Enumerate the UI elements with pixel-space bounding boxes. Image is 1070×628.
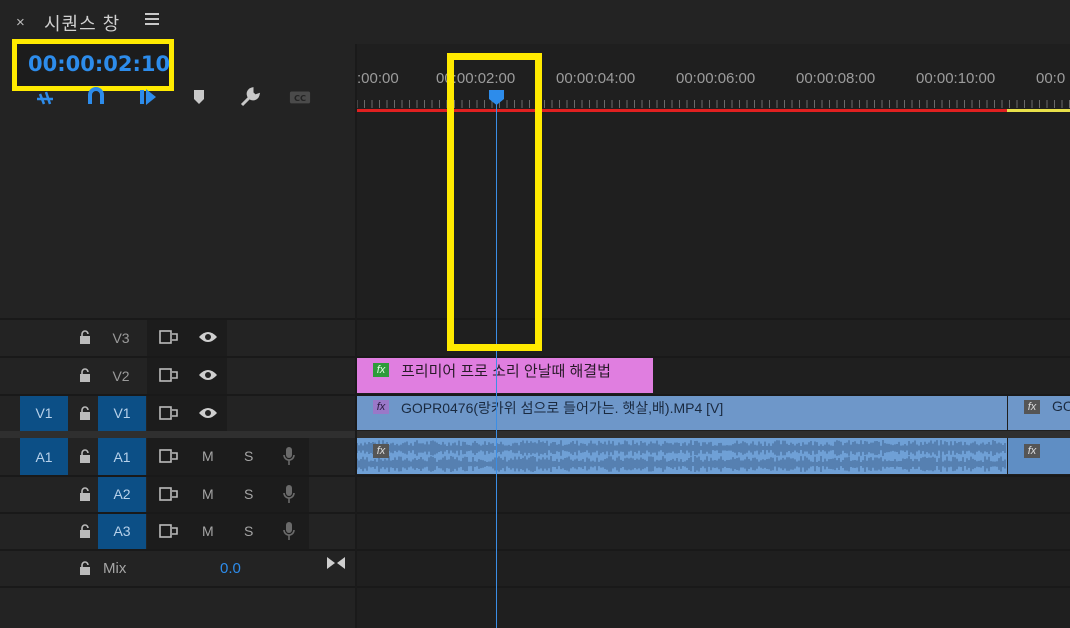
sync-icon[interactable] <box>159 406 179 420</box>
mute-button[interactable]: M <box>202 448 214 464</box>
video-audio-divider[interactable] <box>0 431 1070 438</box>
sync-icon[interactable] <box>159 330 179 344</box>
magnet-icon[interactable] <box>85 86 107 108</box>
lock-icon[interactable] <box>79 330 91 344</box>
track-divider <box>0 356 1070 358</box>
track-header-a2: A2 M S <box>0 476 356 512</box>
svg-text:CC: CC <box>294 93 306 103</box>
eye-icon[interactable] <box>198 331 218 343</box>
header-lane-divider[interactable] <box>355 44 357 628</box>
track-divider <box>0 475 1070 477</box>
captions-icon[interactable]: CC <box>289 86 311 108</box>
lock-icon[interactable] <box>79 561 91 575</box>
lock-icon[interactable] <box>79 487 91 501</box>
track-name[interactable]: A1 <box>98 438 146 475</box>
waveform-path <box>357 440 1006 472</box>
video-clip[interactable]: fx GOPR0476(랑카위 섬으로 들어가는. 햇살,배).MP4 [V] <box>357 395 1007 430</box>
timecode-display[interactable]: 00:00:02:10 <box>12 39 174 91</box>
track-divider <box>0 512 1070 514</box>
ruler-label: 00:0 <box>1036 70 1066 87</box>
lock-icon[interactable] <box>79 368 91 382</box>
video-clip-2[interactable]: fx GO <box>1008 395 1070 430</box>
track-header-v2: V2 <box>0 357 356 394</box>
track-divider <box>0 549 1070 551</box>
track-name[interactable]: A2 <box>98 476 146 512</box>
audio-clip[interactable]: fx <box>357 438 1007 474</box>
track-name[interactable]: A3 <box>98 513 146 549</box>
source-target-a1[interactable]: A1 <box>20 438 68 475</box>
sync-icon[interactable] <box>159 449 179 463</box>
audio-waveform <box>357 440 1006 472</box>
lock-icon[interactable] <box>79 524 91 538</box>
sync-icon[interactable] <box>159 368 179 382</box>
fx-badge: fx <box>1024 400 1040 414</box>
lock-icon[interactable] <box>79 449 91 463</box>
track-lane-mix <box>357 550 1070 587</box>
clip-label: 프리미어 프로 소리 안날때 해결법 <box>401 363 611 380</box>
fx-badge: fx <box>373 363 389 377</box>
solo-button[interactable]: S <box>244 486 253 502</box>
track-name[interactable]: V1 <box>98 395 146 431</box>
mix-label: Mix <box>103 560 127 577</box>
ruler-label: 00:00:04:00 <box>556 70 636 87</box>
panel-header: × 시퀀스 창 <box>0 0 1070 44</box>
clip-label: GOPR0476(랑카위 섬으로 들어가는. 햇살,배).MP4 [V] <box>401 400 724 416</box>
ruler-label: 00:00:06:00 <box>676 70 756 87</box>
mix-icon[interactable] <box>326 556 346 570</box>
audio-clip-2[interactable]: fx <box>1008 438 1070 474</box>
track-header-v3: V3 <box>0 319 356 356</box>
mix-volume[interactable]: 0.0 <box>220 560 241 577</box>
track-header-a3: A3 M S <box>0 513 356 549</box>
marker-icon[interactable] <box>188 86 210 108</box>
track-lane-a1[interactable]: fx fx <box>357 438 1070 475</box>
eye-icon[interactable] <box>198 407 218 419</box>
sync-icon[interactable] <box>159 524 179 538</box>
snap-icon[interactable] <box>34 86 56 108</box>
wrench-icon[interactable] <box>239 86 261 108</box>
bottom-lane-area <box>357 587 1070 628</box>
sync-icon[interactable] <box>159 487 179 501</box>
mute-button[interactable]: M <box>202 523 214 539</box>
close-icon[interactable]: × <box>16 14 25 31</box>
fx-badge: fx <box>1024 444 1040 458</box>
mic-icon[interactable] <box>282 484 296 504</box>
menu-icon[interactable] <box>145 13 159 25</box>
clip-label: GO <box>1052 398 1070 414</box>
track-divider <box>0 394 1070 396</box>
ruler-label: 00:00:08:00 <box>796 70 876 87</box>
timecode-value[interactable]: 00:00:02:10 <box>28 52 170 76</box>
source-target-v1[interactable]: V1 <box>20 395 68 431</box>
mic-icon[interactable] <box>282 446 296 466</box>
fx-badge: fx <box>373 400 389 414</box>
eye-icon[interactable] <box>198 369 218 381</box>
mute-button[interactable]: M <box>202 486 214 502</box>
track-lane-v1[interactable]: fx GOPR0476(랑카위 섬으로 들어가는. 햇살,배).MP4 [V] … <box>357 395 1070 431</box>
highlight-annotation <box>447 53 542 351</box>
solo-button[interactable]: S <box>244 448 253 464</box>
panel-title: 시퀀스 창 <box>44 14 121 34</box>
select-icon[interactable] <box>136 86 158 108</box>
track-header-empty <box>0 108 356 318</box>
fx-badge: fx <box>373 444 389 458</box>
track-header-mix: Mix 0.0 <box>0 550 356 587</box>
title-clip[interactable]: fx 프리미어 프로 소리 안날때 해결법 <box>357 357 653 393</box>
track-header-v1: V1 V1 <box>0 395 356 431</box>
track-header-a1: A1 A1 M S <box>0 438 356 475</box>
ruler-label: :00:00 <box>357 70 399 87</box>
ruler-label: 00:00:10:00 <box>916 70 996 87</box>
mic-icon[interactable] <box>282 521 296 541</box>
track-lane-a3[interactable] <box>357 513 1070 549</box>
track-name[interactable]: V2 <box>97 357 145 394</box>
track-lane-v2[interactable]: fx 프리미어 프로 소리 안날때 해결법 <box>357 357 1070 394</box>
lock-icon[interactable] <box>79 406 91 420</box>
solo-button[interactable]: S <box>244 523 253 539</box>
track-lane-a2[interactable] <box>357 476 1070 512</box>
track-name[interactable]: V3 <box>97 319 145 356</box>
track-divider <box>0 586 1070 588</box>
